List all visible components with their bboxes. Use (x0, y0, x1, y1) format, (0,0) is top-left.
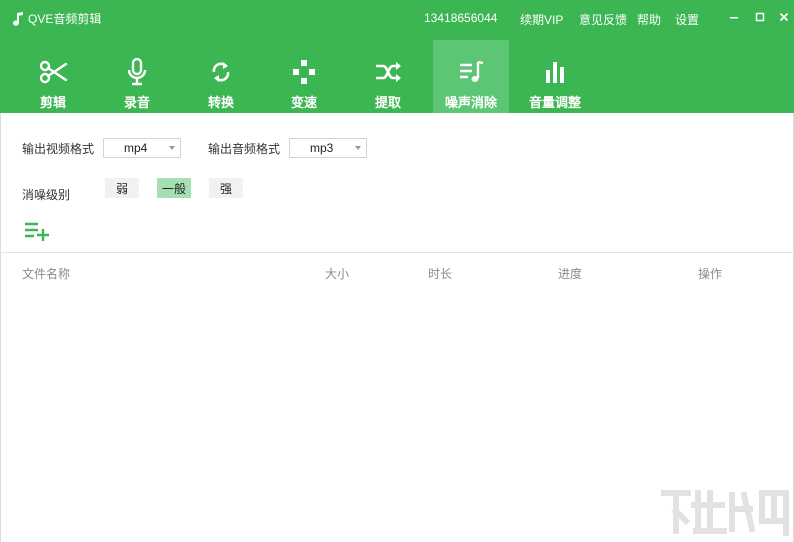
settings-link[interactable]: 设置 (675, 11, 699, 28)
refresh-icon (212, 62, 230, 82)
maximize-button[interactable] (751, 8, 769, 26)
nav-label: 转换 (207, 95, 234, 110)
table-divider (0, 252, 794, 253)
window-border-left (0, 113, 1, 542)
column-header-duration: 时长 (428, 267, 453, 281)
main-nav: 剪辑 录音 转换 变速 提取 噪声消除 音量调整 (0, 40, 794, 113)
chevron-down-icon (169, 146, 175, 150)
chevron-down-icon (355, 146, 361, 150)
scissors-icon (39, 60, 68, 84)
bar-chart-icon (546, 62, 564, 83)
title-bar: QVE音频剪辑 13418656044 续期VIP 意见反馈 帮助 设置 (0, 0, 794, 36)
help-link[interactable]: 帮助 (637, 11, 661, 28)
app-header: QVE音频剪辑 13418656044 续期VIP 意见反馈 帮助 设置 剪辑 (0, 0, 794, 113)
nav-item-noise-removal[interactable]: 噪声消除 (433, 40, 509, 113)
video-format-select[interactable]: mp4 (103, 138, 181, 158)
nav-item-convert[interactable]: 转换 (183, 40, 259, 113)
close-button[interactable] (775, 8, 793, 26)
feedback-link[interactable]: 意见反馈 (579, 11, 627, 28)
nav-label: 提取 (374, 95, 401, 110)
renew-vip-link[interactable]: 续期VIP (520, 11, 563, 28)
noise-level-label: 消噪级别 (22, 188, 71, 202)
column-header-name: 文件名称 (22, 267, 71, 281)
level-strong-button[interactable]: 强 (209, 178, 243, 198)
watermark-logo (661, 490, 789, 536)
column-header-progress: 进度 (558, 267, 583, 281)
column-header-actions: 操作 (698, 267, 723, 281)
nav-label: 剪辑 (39, 95, 66, 110)
nav-label: 音量调整 (528, 95, 581, 110)
app-title-text: QVE音频剪辑 (28, 12, 102, 26)
playlist-note-icon (460, 60, 484, 82)
minimize-icon (730, 17, 738, 19)
audio-format-label: 输出音频格式 (208, 142, 281, 156)
nav-label: 变速 (290, 95, 317, 110)
audio-format-value: mp3 (310, 141, 334, 155)
minimize-button[interactable] (725, 8, 743, 26)
column-header-size: 大小 (325, 267, 350, 281)
nav-item-cut[interactable]: 剪辑 (15, 40, 91, 113)
audio-format-select[interactable]: mp3 (289, 138, 367, 158)
level-normal-button[interactable]: 一般 (157, 178, 191, 198)
nav-item-speed[interactable]: 变速 (266, 40, 342, 113)
app-title: QVE音频剪辑 (12, 10, 101, 27)
shuffle-icon (376, 62, 401, 82)
microphone-icon (127, 58, 147, 86)
maximize-icon (755, 12, 765, 22)
nav-item-volume[interactable]: 音量调整 (517, 40, 593, 113)
close-icon (779, 12, 789, 22)
video-format-label: 输出视频格式 (22, 142, 95, 156)
dpad-icon (293, 60, 315, 84)
video-format-value: mp4 (124, 141, 148, 155)
phone-number[interactable]: 13418656044 (424, 11, 497, 25)
nav-item-extract[interactable]: 提取 (350, 40, 426, 113)
add-file-icon[interactable] (24, 220, 50, 242)
nav-label: 录音 (123, 95, 150, 110)
music-note-icon (13, 11, 23, 26)
level-weak-button[interactable]: 弱 (105, 178, 139, 198)
nav-label: 噪声消除 (444, 95, 497, 110)
nav-item-record[interactable]: 录音 (99, 40, 175, 113)
